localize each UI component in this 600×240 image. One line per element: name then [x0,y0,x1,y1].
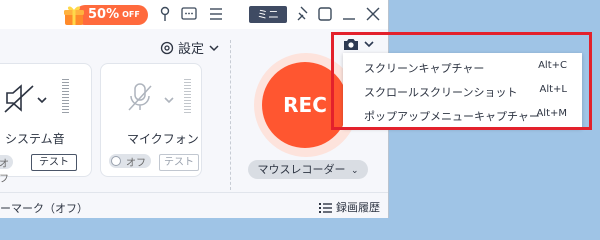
mouse-recorder-label: マウスレコーダー [257,163,346,176]
microphone-test-button[interactable]: テスト [159,154,199,171]
system-audio-toggle[interactable]: オフ [0,155,13,185]
settings-label: 設定 [178,42,205,57]
toggle-state-label: オフ [126,158,146,169]
mini-mode-button[interactable]: ミニ [249,6,287,23]
microphone-card: マイクフォン オフ テスト [100,63,202,177]
mouse-recorder-button[interactable]: マウスレコーダー ⌄ [248,160,368,179]
system-audio-label: システム音 [5,132,65,146]
footer: ーマーク（オフ） 録画履歴 [0,192,388,219]
close-icon[interactable] [364,5,382,23]
gift-icon [64,6,84,25]
volume-slider[interactable] [184,79,191,113]
menu-icon[interactable] [207,5,225,23]
chevron-down-icon[interactable] [163,94,175,106]
pin-window-icon[interactable] [295,5,313,23]
system-audio-test-button[interactable]: テスト [31,154,77,171]
list-icon [319,202,332,213]
chevron-down-icon [209,44,219,51]
pin-icon[interactable] [156,5,174,23]
promo-suffix: OFF [122,10,140,19]
toggle-knob [111,156,121,166]
microphone-label: マイクフォン [127,132,199,146]
highlight-box [331,32,592,130]
promo-banner[interactable]: 50% OFF [62,3,148,25]
recording-history-button[interactable]: 録画履歴 [319,199,380,215]
minimize-icon[interactable] [340,5,358,23]
titlebar: 50% OFF ミニ [0,0,388,29]
volume-slider[interactable] [62,79,69,113]
speaker-muted-icon[interactable] [1,80,37,116]
system-audio-card: システム音 オフ テスト [0,63,92,185]
settings-button[interactable]: 設定 [160,38,220,57]
microphone-toggle[interactable]: オフ [109,154,151,169]
toggle-state-label: オフ [0,159,9,185]
promo-percent: 50% [88,7,120,22]
window-icon[interactable] [316,5,334,23]
chevron-down-icon: ⌄ [350,166,359,176]
chat-icon[interactable] [180,5,198,23]
gear-icon [160,41,174,54]
recording-history-label: 録画履歴 [336,201,380,214]
chevron-down-icon[interactable] [36,94,48,106]
divider [230,40,231,190]
watermark-toggle[interactable]: ーマーク（オフ） [0,200,88,216]
microphone-muted-icon[interactable] [123,80,157,114]
